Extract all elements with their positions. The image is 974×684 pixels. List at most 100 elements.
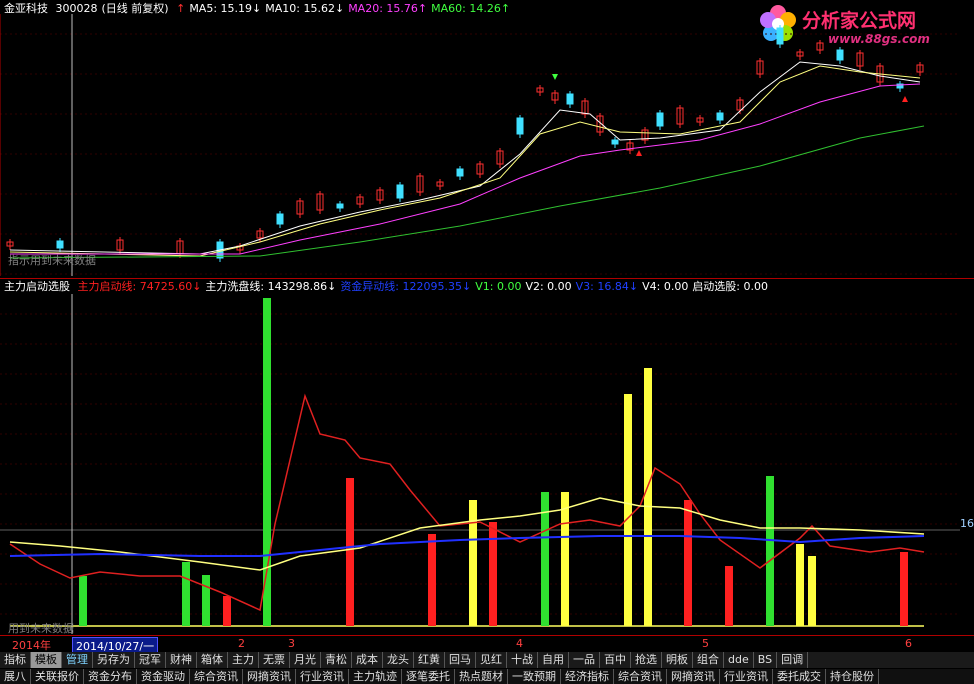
tab-17[interactable]: 自用: [538, 652, 569, 668]
tab-0[interactable]: 指标: [0, 652, 31, 668]
year-label: 2014年: [12, 639, 51, 652]
fund-move-line: [9, 535, 925, 557]
info-tab-8[interactable]: 逐笔委托: [402, 669, 455, 684]
indicator-legend-item: V4: 0.00: [642, 280, 689, 293]
indicator-legend-item: V3: 16.84↓: [575, 280, 639, 293]
tab-4[interactable]: 冠军: [135, 652, 166, 668]
indicator-bar: [624, 394, 632, 626]
indicator-legend-item: 主力洗盘线: 143298.86↓: [205, 280, 337, 293]
indicator-bar: [489, 522, 497, 626]
month-label: 2: [238, 637, 245, 650]
indicator-legend-item: V1: 0.00: [475, 280, 522, 293]
info-tab-9[interactable]: 热点题材: [455, 669, 508, 684]
info-tab-6[interactable]: 行业资讯: [296, 669, 349, 684]
tab-8[interactable]: 无票: [259, 652, 290, 668]
tab-22[interactable]: 组合: [693, 652, 724, 668]
info-tab-4[interactable]: 综合资讯: [190, 669, 243, 684]
lower-note: 用到未来数据: [8, 622, 74, 635]
indicator-right-value: 16: [960, 517, 974, 530]
indicator-bar: [684, 500, 692, 626]
tab-21[interactable]: 明板: [662, 652, 693, 668]
ma20-line: [10, 83, 921, 255]
tab-25[interactable]: 回调: [777, 652, 809, 668]
indicator-legend-item: 启动选股: 0.00: [692, 280, 769, 293]
info-tab-10[interactable]: 一致预期: [508, 669, 561, 684]
info-tab-14[interactable]: 行业资讯: [720, 669, 773, 684]
tab-1[interactable]: 模板: [31, 652, 62, 668]
candle-body: [56, 240, 64, 249]
indicator-legend-item: 资金异动线: 122095.35↓: [340, 280, 472, 293]
tab-7[interactable]: 主力: [228, 652, 259, 668]
candle-body: [776, 27, 784, 45]
tab-10[interactable]: 青松: [321, 652, 352, 668]
candle-body: [656, 112, 664, 127]
indicator-bar: [766, 476, 774, 626]
tab-9[interactable]: 月光: [290, 652, 321, 668]
month-label: 3: [288, 637, 295, 650]
info-tab-5[interactable]: 网摘资讯: [243, 669, 296, 684]
tab-6[interactable]: 箱体: [197, 652, 228, 668]
price-chart[interactable]: [0, 14, 960, 276]
candle-body: [716, 112, 724, 121]
candle-body: [456, 168, 464, 177]
candle-body: [516, 117, 524, 135]
panel-divider[interactable]: [0, 278, 974, 279]
tab-23[interactable]: dde: [724, 652, 754, 668]
candle-body: [336, 203, 344, 209]
info-tab-1[interactable]: 关联报价: [31, 669, 84, 684]
tab-20[interactable]: 抢选: [631, 652, 662, 668]
tab-14[interactable]: 回马: [445, 652, 476, 668]
indicator-bar: [182, 562, 190, 626]
tab-12[interactable]: 龙头: [383, 652, 414, 668]
tab-24[interactable]: BS: [754, 652, 778, 668]
candle-body: [611, 139, 619, 145]
tab-16[interactable]: 十战: [507, 652, 538, 668]
info-tab-3[interactable]: 资金驱动: [137, 669, 190, 684]
candle-body: [566, 93, 574, 105]
tab-19[interactable]: 百中: [600, 652, 631, 668]
indicator-bar: [561, 492, 569, 626]
info-tab-0[interactable]: 展八: [0, 669, 31, 684]
month-label: 6: [905, 637, 912, 650]
candle-body: [836, 49, 844, 61]
tab-13[interactable]: 红黄: [414, 652, 445, 668]
tab-2[interactable]: 管理: [62, 652, 93, 668]
tab-3[interactable]: 另存为: [93, 652, 135, 668]
info-tab-bar: 展八 关联报价 资金分布 资金驱动 综合资讯 网摘资讯 行业资讯 主力轨迹 逐笔委托 热点题材 一致…: [0, 669, 974, 684]
indicator-legend-item: 主力启动线: 74725.60↓: [77, 280, 202, 293]
indicator-legend: 主力启动选股 主力启动线: 74725.60↓ 主力洗盘线: 143298.86↓…: [4, 280, 776, 294]
info-tab-13[interactable]: 网摘资讯: [667, 669, 720, 684]
indicator-bar: [346, 478, 354, 626]
indicator-bar: [808, 556, 816, 626]
indicator-bar: [469, 500, 477, 626]
candle-body: [396, 184, 404, 199]
indicator-bar: [263, 298, 271, 626]
info-tab-12[interactable]: 综合资讯: [614, 669, 667, 684]
up-arrow-icon: [902, 96, 908, 102]
month-label: 4: [516, 637, 523, 650]
tab-5[interactable]: 财神: [166, 652, 197, 668]
info-tab-11[interactable]: 经济指标: [561, 669, 614, 684]
tab-15[interactable]: 见红: [476, 652, 507, 668]
indicator-legend-item: V2: 0.00: [525, 280, 572, 293]
indicator-bar: [223, 596, 231, 626]
tab-18[interactable]: 一品: [569, 652, 600, 668]
info-tab-2[interactable]: 资金分布: [84, 669, 137, 684]
upper-note: 指示用到未来数据: [8, 254, 96, 267]
indicator-bar: [725, 566, 733, 626]
indicator-chart[interactable]: [0, 294, 960, 634]
indicator-name[interactable]: 主力启动选股: [4, 280, 70, 293]
ma10-line: [9, 65, 921, 257]
info-tab-15[interactable]: 委托成交: [773, 669, 826, 684]
indicator-bar: [900, 552, 908, 626]
info-tab-7[interactable]: 主力轨迹: [349, 669, 402, 684]
template-tab-bar: 指标 模板 管理 另存为 冠军 财神 箱体 主力 无票 月光 青松 成本 龙头 红黄 回马 见红 十战 自用 一品百…: [0, 652, 974, 668]
info-tab-16[interactable]: 持仓股份: [826, 669, 879, 684]
main-start-line: [9, 393, 925, 612]
indicator-bar: [428, 534, 436, 626]
indicator-bar: [202, 575, 210, 626]
tab-11[interactable]: 成本: [352, 652, 383, 668]
wash-line: [9, 497, 925, 571]
candle-body: [276, 213, 284, 225]
month-label: 5: [702, 637, 709, 650]
